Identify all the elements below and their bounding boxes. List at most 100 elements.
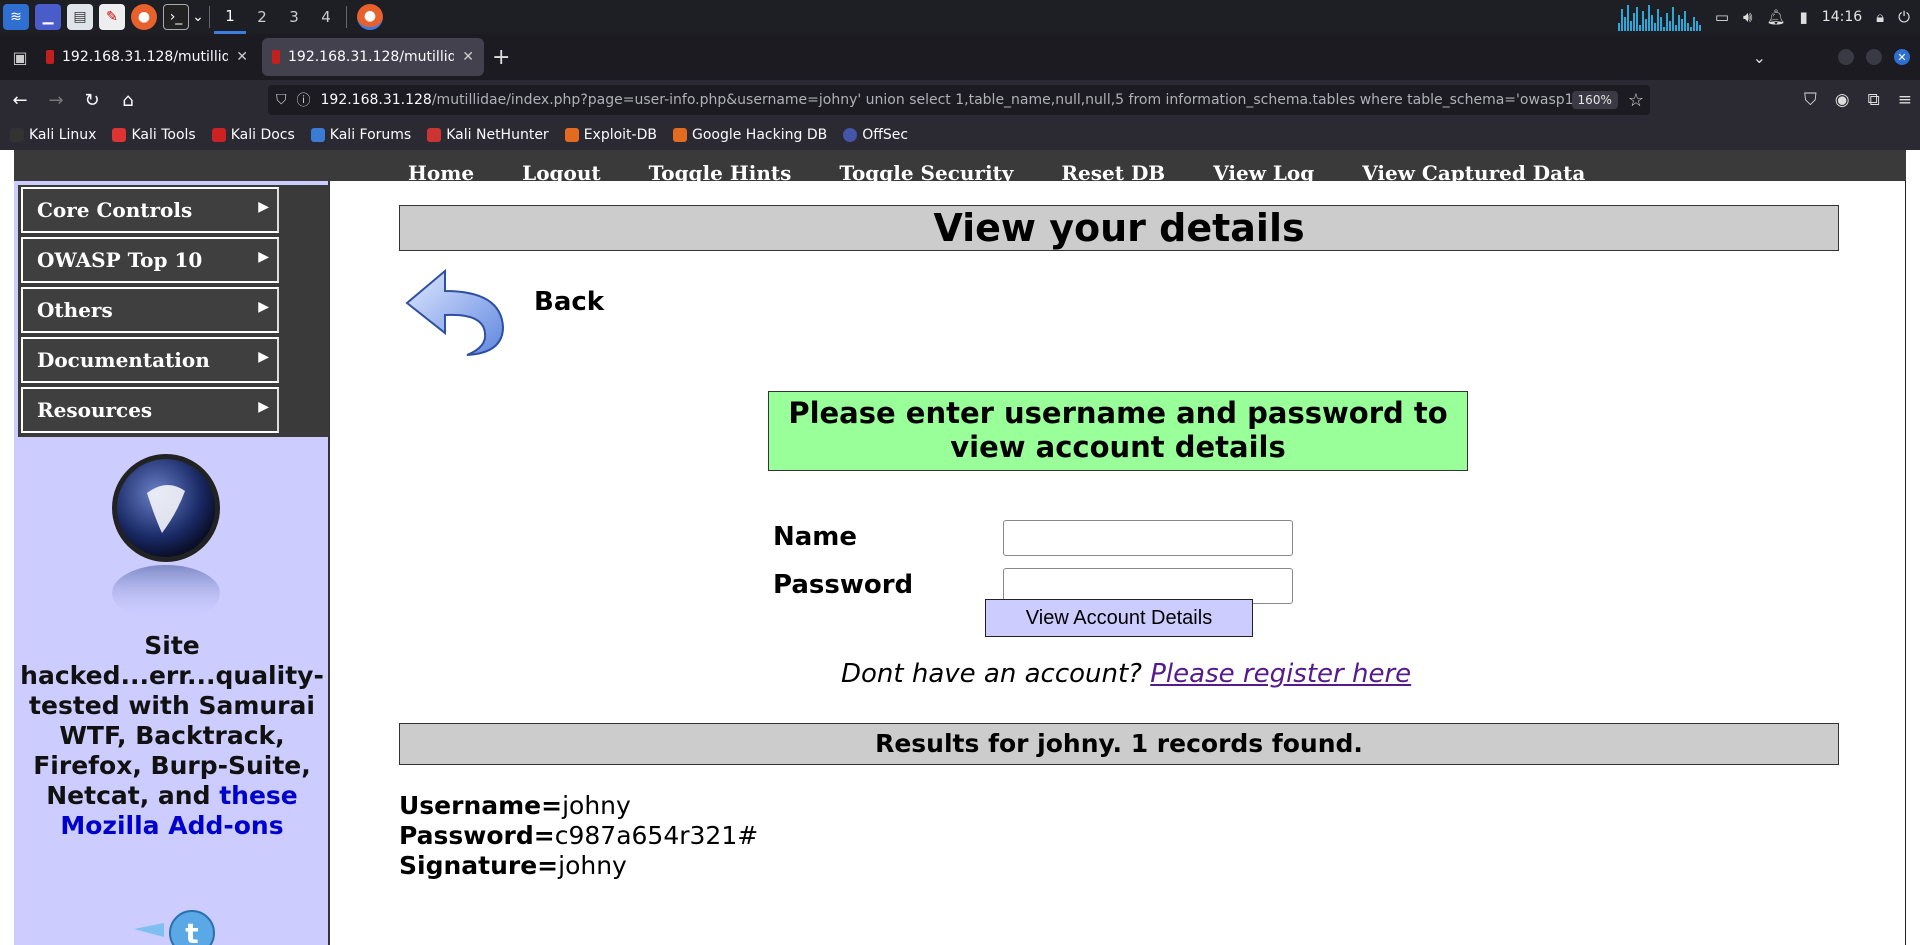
display-icon[interactable]: ▭	[1715, 8, 1729, 26]
terminal-icon[interactable]: ›_	[163, 4, 189, 30]
kali-forums-icon	[310, 128, 325, 142]
name-input[interactable]	[1003, 520, 1293, 556]
kali-docs-icon	[211, 128, 226, 142]
workspace-3[interactable]: 3	[278, 0, 310, 34]
page-title: View your details	[399, 205, 1839, 251]
zoom-level-badge[interactable]: 160%	[1571, 91, 1618, 109]
view-account-details-button[interactable]: View Account Details	[985, 599, 1253, 637]
notification-bell-icon[interactable]: 🔔︎	[1766, 8, 1785, 26]
menu-logout[interactable]: Logout	[498, 163, 625, 181]
chevron-down-icon[interactable]: ⌄	[191, 4, 205, 30]
hamburger-menu-icon[interactable]: ≡	[1898, 90, 1912, 110]
taskbar-separator	[209, 6, 210, 28]
record-value: johny	[558, 851, 627, 880]
menu-home[interactable]: Home	[384, 163, 498, 181]
caret-right-icon: ▶	[258, 399, 269, 415]
workspace-2[interactable]: 2	[246, 0, 278, 34]
bookmark-star-icon[interactable]: ☆	[1628, 90, 1644, 111]
url-bar[interactable]: ⛉ ⓘ 192.168.31.128/mutillidae/index.php?…	[268, 85, 1650, 115]
home-icon[interactable]: ⌂	[112, 84, 144, 116]
maximize-button[interactable]	[1866, 49, 1882, 65]
record-key: Password=	[399, 821, 555, 850]
twitter-icon[interactable]: t	[134, 903, 224, 945]
login-notice: Please enter username and password to vi…	[768, 391, 1468, 471]
sidebar-tagline: Site hacked...err...quality-tested with …	[14, 631, 330, 841]
bookmark-label: Kali Tools	[131, 127, 196, 143]
sidebar-item-label: Documentation	[37, 348, 210, 372]
menu-toggle-hints[interactable]: Toggle Hints	[625, 163, 816, 181]
sidebar-item-resources[interactable]: Resources ▶	[21, 387, 279, 433]
taskbar-separator	[346, 6, 347, 28]
register-link[interactable]: Please register here	[1150, 659, 1411, 689]
tab-title: 192.168.31.128/mutillidae/	[288, 49, 455, 65]
toolbar-right: ⛉ ◉ ⧉ ≡	[1804, 80, 1912, 120]
window-close-button[interactable]: ✕	[1894, 49, 1910, 65]
sidebar: Core Controls ▶ OWASP Top 10 ▶ Others ▶ …	[14, 181, 330, 945]
menu-view-captured-data[interactable]: View Captured Data	[1338, 163, 1609, 181]
browser-tab[interactable]: 192.168.31.128/mutillidae/ ✕	[36, 38, 258, 76]
bookmark-google-hacking-db[interactable]: Google Hacking DB	[672, 127, 827, 143]
results-heading: Results for johny. 1 records found.	[399, 723, 1839, 765]
menu-reset-db[interactable]: Reset DB	[1037, 163, 1189, 181]
power-icon[interactable]: ⏻	[1898, 8, 1910, 26]
bookmark-kali-tools[interactable]: Kali Tools	[112, 127, 196, 143]
back-arrow-icon[interactable]: ←	[4, 84, 36, 116]
bookmark-kali-docs[interactable]: Kali Docs	[211, 127, 295, 143]
exploit-db-icon	[564, 128, 579, 142]
pocket-icon[interactable]: ⛉	[1804, 90, 1817, 110]
text-editor-icon[interactable]: ✎	[99, 4, 125, 30]
tab-favicon-icon	[272, 50, 280, 64]
menu-toggle-security[interactable]: Toggle Security	[815, 163, 1037, 181]
record-row-password: Password=c987a654r321#	[399, 821, 758, 851]
battery-icon[interactable]: ▮	[1800, 8, 1808, 26]
kali-menu-icon[interactable]: ≋	[3, 4, 29, 30]
caret-right-icon: ▶	[258, 349, 269, 365]
list-all-tabs-chevron-icon[interactable]: ⌄	[1753, 48, 1766, 67]
bookmark-kali-linux[interactable]: Kali Linux	[10, 127, 96, 143]
bookmark-kali-nethunter[interactable]: Kali NetHunter	[427, 127, 549, 143]
file-manager-icon[interactable]: ▤	[67, 4, 93, 30]
sidebar-item-documentation[interactable]: Documentation ▶	[21, 337, 279, 383]
sidebar-item-label: Core Controls	[37, 198, 193, 222]
owasp-logo-icon	[112, 454, 220, 621]
ghdb-icon	[672, 128, 687, 142]
bookmark-offsec[interactable]: OffSec	[843, 127, 908, 143]
sidebar-item-core-controls[interactable]: Core Controls ▶	[21, 187, 279, 233]
account-icon[interactable]: ◉	[1835, 90, 1850, 110]
close-icon[interactable]: ✕	[236, 49, 248, 65]
firefox-window-icon[interactable]: ●	[357, 4, 383, 30]
url-path: /mutillidae/index.php?page=user-info.php…	[431, 92, 1572, 108]
page-info-icon[interactable]: ⓘ	[297, 90, 311, 110]
volume-icon[interactable]: 🔊︎	[1743, 8, 1752, 26]
extensions-icon[interactable]: ⧉	[1868, 90, 1880, 110]
clock[interactable]: 14:16	[1822, 9, 1862, 25]
sidebar-item-others[interactable]: Others ▶	[21, 287, 279, 333]
shield-icon[interactable]: ⛉	[276, 92, 287, 108]
back-arrow-icon[interactable]	[405, 267, 505, 361]
url-text[interactable]: 192.168.31.128/mutillidae/index.php?page…	[321, 92, 1572, 108]
register-prompt: Dont have an account?	[841, 659, 1142, 689]
register-line: Dont have an account? Please register he…	[330, 659, 1906, 689]
bookmark-label: Kali Linux	[29, 127, 97, 143]
close-icon[interactable]: ✕	[462, 49, 474, 65]
sidebar-item-owasp-top-10[interactable]: OWASP Top 10 ▶	[21, 237, 279, 283]
firefox-launcher-icon[interactable]: ●	[131, 4, 157, 30]
workspace-4[interactable]: 4	[310, 0, 342, 34]
lock-icon[interactable]: 🔒︎	[1876, 8, 1884, 26]
bookmark-exploit-db[interactable]: Exploit-DB	[564, 127, 657, 143]
menu-view-log[interactable]: View Log	[1189, 163, 1338, 181]
workspace-1[interactable]: 1	[214, 0, 246, 34]
bookmark-kali-forums[interactable]: Kali Forums	[310, 127, 411, 143]
desktop-icon[interactable]: ▁	[35, 4, 61, 30]
back-link[interactable]: Back	[534, 287, 604, 317]
browser-tab-active[interactable]: 192.168.31.128/mutillidae/ ✕	[262, 38, 484, 76]
reload-icon[interactable]: ↻	[76, 84, 108, 116]
nethunter-icon	[427, 128, 442, 142]
new-tab-plus-icon[interactable]: +	[492, 45, 510, 70]
minimize-button[interactable]	[1838, 49, 1854, 65]
forward-arrow-icon[interactable]: →	[40, 84, 72, 116]
tab-list-icon[interactable]: ▣	[8, 45, 32, 69]
bookmark-label: Kali NetHunter	[446, 127, 549, 143]
name-label: Name	[773, 522, 858, 552]
navigation-bar: ← → ↻ ⌂ ⛉ ⓘ 192.168.31.128/mutillidae/in…	[0, 80, 1920, 120]
